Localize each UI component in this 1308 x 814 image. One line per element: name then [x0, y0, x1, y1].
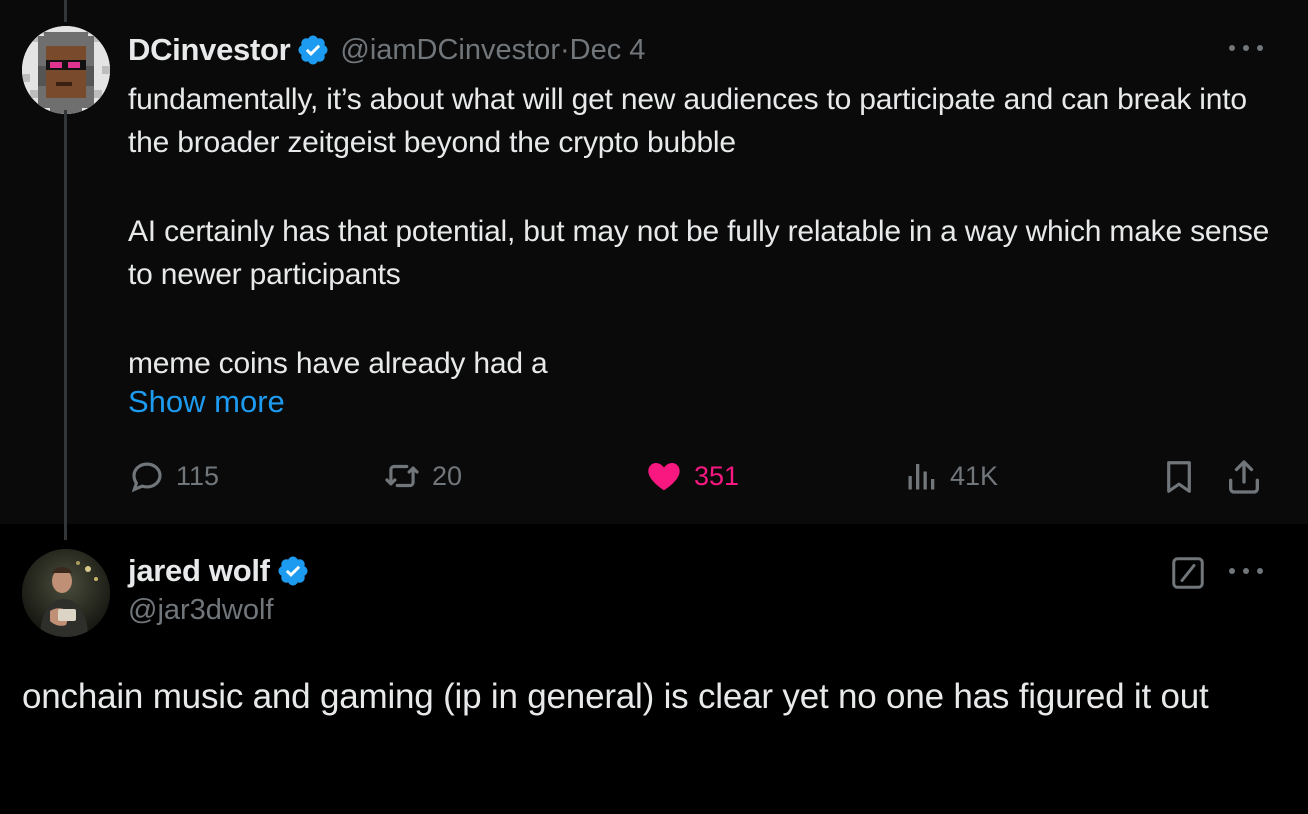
dcinvestor-avatar[interactable] [22, 26, 110, 114]
repost-count: 20 [432, 460, 463, 491]
grok-icon[interactable] [1170, 555, 1206, 591]
separator: · [559, 33, 570, 66]
reply-header: jared wolf [128, 550, 310, 592]
bookmark-icon [1167, 461, 1191, 493]
more-icon[interactable] [1229, 561, 1263, 581]
jared-wolf-avatar[interactable] [22, 549, 110, 637]
heart-icon [648, 463, 680, 491]
thread-line-top [64, 0, 67, 22]
show-more-link[interactable]: Show more [128, 384, 285, 420]
tweet-header: DCinvestor @iamDCinvestor · Dec 4 [128, 30, 645, 70]
repost-icon [385, 464, 419, 488]
views-count: 41K [950, 460, 999, 491]
reply-author-handle[interactable]: @jar3dwolf [128, 594, 274, 627]
tweet-actions: 115 20 351 41K [0, 453, 1308, 497]
like-count: 351 [694, 460, 740, 491]
tweet-paragraph: AI certainly has that potential, but may… [128, 215, 1270, 291]
author-name[interactable]: DCinvestor [128, 32, 291, 68]
more-icon[interactable] [1229, 38, 1263, 58]
views-icon [908, 464, 935, 490]
like-button[interactable]: 351 [644, 457, 739, 495]
reply-author-name[interactable]: jared wolf [128, 553, 270, 589]
tweet-date[interactable]: Dec 4 [570, 34, 646, 67]
share-button[interactable] [1224, 457, 1274, 497]
reply-icon [131, 462, 162, 493]
author-handle[interactable]: @iamDCinvestor [340, 34, 560, 67]
verified-badge-icon [298, 35, 328, 65]
tweet-text: fundamentally, it’s about what will get … [128, 78, 1278, 385]
reply-text: onchain music and gaming (ip in general)… [22, 677, 1209, 716]
views-button[interactable]: 41K [904, 457, 998, 495]
bookmark-button[interactable] [1160, 457, 1208, 497]
parent-tweet[interactable]: DCinvestor @iamDCinvestor · Dec 4 fundam… [0, 0, 1308, 540]
reply-count: 115 [176, 460, 220, 491]
tweet-paragraph: fundamentally, it’s about what will get … [128, 83, 1247, 159]
verified-badge-icon [278, 556, 308, 586]
reply-button[interactable]: 115 [128, 457, 219, 495]
repost-button[interactable]: 20 [382, 457, 462, 495]
share-icon [1229, 460, 1259, 494]
tweet-paragraph: meme coins have already had a [128, 347, 548, 380]
